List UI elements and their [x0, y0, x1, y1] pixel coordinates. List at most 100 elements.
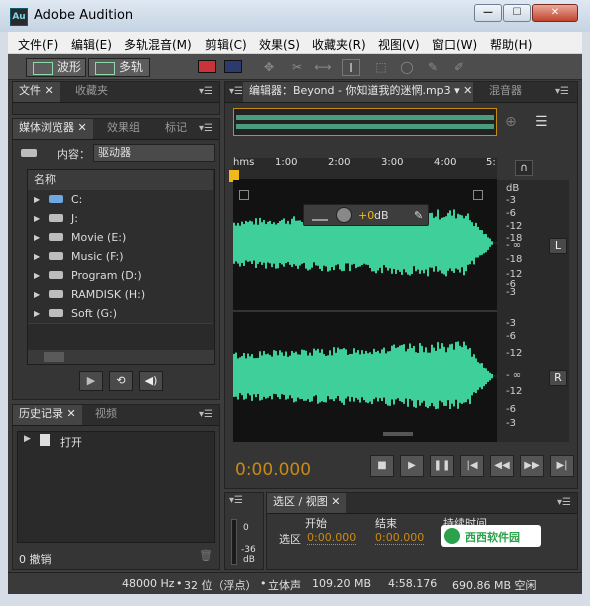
go-to-end-button[interactable]: ▶| [550, 455, 574, 477]
healing-tool-icon[interactable]: ✐ [450, 59, 468, 76]
list-item[interactable]: ▶ Program (D:) [28, 266, 213, 286]
list-item[interactable]: ▶ J: [28, 209, 213, 229]
move-tool-icon[interactable]: ✥ [260, 59, 278, 76]
tab-history[interactable]: 历史记录 ✕ [13, 405, 82, 425]
selection-start-value[interactable]: 0:00.000 [307, 531, 357, 545]
tab-files[interactable]: 文件 ✕ [13, 82, 60, 102]
waveform-view-button[interactable]: 波形 [26, 58, 86, 77]
tab-media-browser[interactable]: 媒体浏览器 ✕ [13, 119, 93, 139]
panel-menu-icon[interactable]: ▾☰ [199, 409, 213, 420]
snap-magnet-icon[interactable]: ∩ [515, 160, 533, 176]
panel-menu-icon[interactable]: ▾☰ [229, 86, 243, 97]
trash-icon[interactable]: 🗑 [199, 549, 213, 562]
zoom-navigator-icon[interactable]: ⊕ [505, 114, 517, 130]
waveform-sample [317, 348, 319, 404]
tab-editor[interactable]: 编辑器：Beyond - 你知道我的迷惘.mp3 ▾ ✕ [243, 82, 473, 102]
waveform-display[interactable]: +0 dB ✎ [233, 180, 497, 442]
waveform-sample [375, 218, 377, 274]
waveform-sample [287, 220, 289, 263]
waveform-sample [299, 220, 301, 266]
menu-edit[interactable]: 编辑(E) [71, 36, 112, 53]
time-ruler[interactable] [233, 158, 497, 180]
list-view-icon[interactable]: ☰ [535, 114, 548, 130]
fast-forward-button[interactable]: ▶▶ [520, 455, 544, 477]
stop-button[interactable]: ■ [370, 455, 394, 477]
rewind-button[interactable]: ◀◀ [490, 455, 514, 477]
tab-favorites[interactable]: 收藏夹 [69, 82, 114, 102]
marquee-tool-icon[interactable]: ⬚ [372, 59, 390, 76]
minimize-button[interactable]: — [474, 4, 502, 22]
spectral-pitch-icon[interactable] [224, 60, 242, 73]
status-separator-dot: • [260, 577, 267, 590]
overview-navigator[interactable] [233, 108, 497, 136]
menu-multitrack[interactable]: 多轨混音(M) [124, 36, 192, 53]
razor-tool-icon[interactable]: ✂ [288, 59, 306, 76]
time-selection-tool-icon[interactable]: I [342, 59, 360, 76]
waveform-sample [449, 344, 451, 409]
menu-file[interactable]: 文件(F) [18, 36, 58, 53]
panel-menu-icon[interactable]: ▾☰ [555, 86, 569, 97]
close-button[interactable]: ✕ [532, 4, 578, 22]
play-preview-icon[interactable]: ▶ [79, 371, 103, 391]
fade-out-handle[interactable] [473, 190, 483, 200]
lasso-tool-icon[interactable]: ◯ [398, 59, 416, 76]
panel-menu-icon[interactable]: ▾☰ [229, 495, 243, 506]
multitrack-view-button[interactable]: 多轨 [88, 58, 150, 77]
waveform-sample [465, 345, 467, 403]
history-item[interactable]: 打开 [60, 434, 82, 450]
waveform-sample [297, 354, 299, 398]
horizontal-scrollbar[interactable] [28, 350, 214, 364]
waveform-sample [291, 350, 293, 399]
loop-preview-icon[interactable]: ⟲ [109, 371, 133, 391]
waveform-sample [367, 353, 369, 404]
pause-button[interactable]: ❚❚ [430, 455, 454, 477]
fade-in-handle[interactable] [239, 190, 249, 200]
panel-menu-icon[interactable]: ▾☰ [199, 86, 213, 97]
scroll-thumb[interactable] [44, 352, 64, 362]
tab-video[interactable]: 视频 [89, 405, 123, 425]
waveform-sample [335, 352, 337, 399]
waveform-sample [361, 350, 363, 398]
play-button[interactable]: ▶ [400, 455, 424, 477]
list-item[interactable]: ▶ Soft (G:) [28, 304, 213, 324]
menu-view[interactable]: 视图(V) [378, 36, 420, 53]
slip-tool-icon[interactable]: ⟷ [314, 59, 332, 76]
column-header-name[interactable]: 名称 [28, 170, 213, 190]
menu-help[interactable]: 帮助(H) [490, 36, 532, 53]
selection-end-value[interactable]: 0:00.000 [375, 531, 425, 545]
scroll-handle[interactable] [383, 432, 413, 436]
list-item[interactable]: ▶ RAMDISK (H:) [28, 285, 213, 305]
tab-effects-rack[interactable]: 效果组 [101, 119, 146, 139]
time-display[interactable]: 0:00.000 [235, 460, 311, 480]
gain-knob-icon[interactable] [336, 207, 352, 223]
menu-effects[interactable]: 效果(S) [259, 36, 300, 53]
brush-tool-icon[interactable]: ✎ [424, 59, 442, 76]
waveform-sample [245, 358, 247, 399]
tab-selection-view[interactable]: 选区 / 视图 ✕ [267, 493, 347, 513]
go-to-start-button[interactable]: |◀ [460, 455, 484, 477]
list-item[interactable]: ▶ C: [28, 190, 213, 210]
content-dropdown[interactable]: 驱动器 [93, 144, 215, 162]
menu-clip[interactable]: 剪辑(C) [205, 36, 247, 53]
pin-icon[interactable]: ✎ [414, 209, 423, 222]
list-item[interactable]: ▶ Movie (E:) [28, 228, 213, 248]
maximize-button[interactable]: ☐ [503, 4, 531, 22]
waveform-sample [445, 352, 447, 406]
waveform-sample [247, 353, 249, 394]
waveform-sample [461, 347, 463, 404]
tab-markers[interactable]: 标记 [159, 119, 193, 139]
list-item[interactable]: ▶ Music (F:) [28, 247, 213, 267]
spectral-frequency-icon[interactable] [198, 60, 216, 73]
waveform-sample [339, 349, 341, 401]
channel-left-button[interactable]: L [549, 238, 567, 254]
waveform-sample [463, 218, 465, 276]
menu-window[interactable]: 窗口(W) [432, 36, 477, 53]
panel-menu-icon[interactable]: ▾☰ [557, 497, 571, 508]
hud-gain-value[interactable]: +0 [358, 209, 374, 222]
channel-right-button[interactable]: R [549, 370, 567, 386]
auto-play-speaker-icon[interactable]: ◀) [139, 371, 163, 391]
tab-mixer[interactable]: 混音器 [483, 82, 528, 102]
panel-menu-icon[interactable]: ▾☰ [199, 123, 213, 134]
menu-favorites[interactable]: 收藏夹(R) [312, 36, 366, 53]
hud-gain-control[interactable]: +0 dB ✎ [303, 204, 429, 226]
